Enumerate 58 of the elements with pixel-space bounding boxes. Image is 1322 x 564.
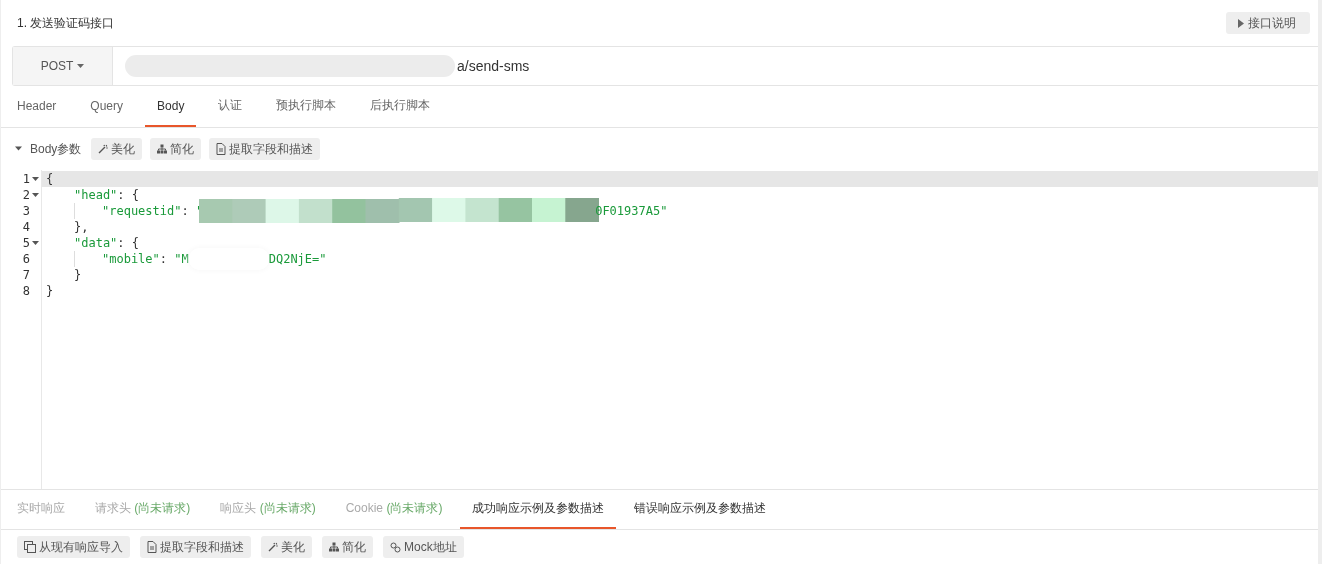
code-token: DQ2NjE="	[268, 252, 327, 266]
link-icon	[390, 541, 401, 553]
toolbar-button[interactable]: 从现有响应导入	[17, 536, 130, 558]
code-token: :	[181, 204, 190, 218]
code-token: }	[74, 268, 82, 282]
line-number: 3	[22, 204, 30, 218]
code-token: {	[46, 172, 54, 186]
request-tab[interactable]: Query	[78, 86, 136, 127]
request-tab[interactable]: Body	[145, 86, 197, 127]
document-icon	[216, 143, 227, 155]
line-number: 6	[22, 252, 30, 266]
not-requested-note: (尚未请求)	[134, 501, 191, 515]
hierarchy-icon	[157, 144, 168, 154]
code-token: "M	[174, 252, 189, 266]
code-token: 0F01937A5"	[595, 204, 668, 218]
line-number: 8	[22, 284, 30, 298]
line-number: 7	[22, 268, 30, 282]
code-token: }	[46, 284, 54, 298]
code-token: },	[74, 220, 89, 234]
request-tab[interactable]: Header	[5, 86, 69, 127]
code-token: "head"	[74, 188, 118, 202]
play-icon	[1238, 18, 1244, 28]
line-number: 5	[22, 236, 30, 250]
document-icon	[147, 541, 157, 553]
response-tab[interactable]: 成功响应示例及参数描述	[460, 490, 617, 529]
not-requested-note: (尚未请求)	[386, 501, 443, 515]
toolbar-button[interactable]: 提取字段和描述	[209, 138, 321, 160]
toolbar-button[interactable]: Mock地址	[383, 536, 464, 558]
code-token: : {	[117, 236, 140, 250]
body-params-label: Body参数	[30, 140, 82, 158]
toolbar-button[interactable]: 美化	[261, 536, 312, 558]
not-requested-note: (尚未请求)	[259, 501, 316, 515]
wand-icon	[98, 144, 109, 154]
request-tab[interactable]: 后执行脚本	[358, 86, 443, 127]
fold-icon[interactable]	[32, 193, 39, 197]
code-token: "requestid"	[102, 204, 182, 218]
toolbar-button[interactable]: 提取字段和描述	[140, 536, 251, 558]
api-title: 1. 发送验证码接口	[17, 14, 115, 32]
toolbar-button[interactable]: 简化	[150, 138, 202, 160]
hierarchy-icon	[329, 542, 339, 552]
collapse-icon[interactable]	[15, 145, 22, 152]
copy-icon	[24, 541, 36, 553]
code-token: :	[159, 252, 169, 266]
line-number: 4	[22, 220, 30, 234]
wand-icon	[268, 542, 278, 552]
code-token: : {	[117, 188, 140, 202]
line-number: 1	[22, 172, 30, 186]
request-tab[interactable]: 预执行脚本	[264, 86, 349, 127]
toolbar-button[interactable]: 简化	[322, 536, 373, 558]
code-token: "data"	[74, 236, 118, 250]
fold-icon[interactable]	[32, 177, 39, 181]
line-number: 2	[22, 188, 30, 202]
toolbar-button[interactable]: 美化	[91, 138, 143, 160]
fold-icon[interactable]	[32, 241, 39, 245]
api-doc-button[interactable]: 接口说明	[1226, 12, 1310, 34]
code-token: "mobile"	[102, 252, 160, 266]
request-tab[interactable]: 认证	[206, 86, 255, 127]
response-tab[interactable]: 错误响应示例及参数描述	[622, 490, 779, 529]
